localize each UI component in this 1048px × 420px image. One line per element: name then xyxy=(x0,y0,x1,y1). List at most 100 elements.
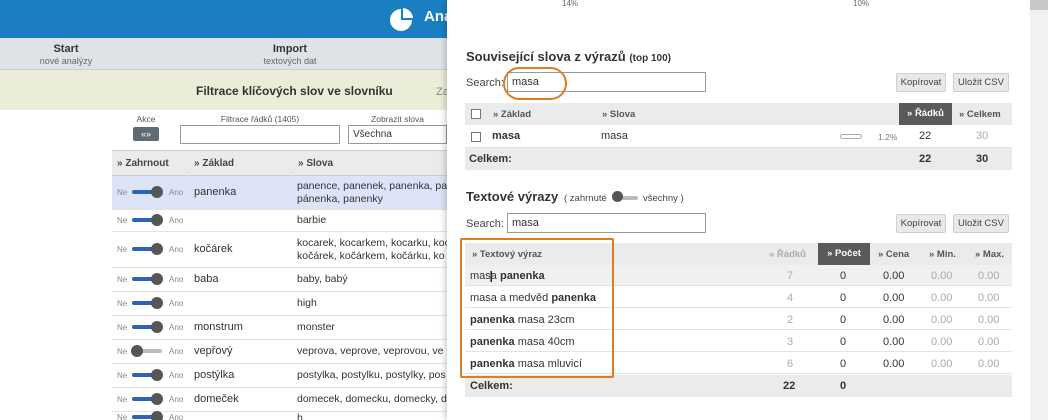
base-word: vepřový xyxy=(194,345,233,357)
base-word: kočárek xyxy=(194,243,233,255)
text-cursor-icon: I xyxy=(489,268,494,286)
word-forms: monster xyxy=(297,321,447,334)
header-max[interactable]: » Max. xyxy=(975,249,1004,260)
header-pocet-sorted[interactable]: » Počet xyxy=(818,243,870,265)
toggle-yes-label: Ano xyxy=(169,371,184,380)
show-words-select[interactable]: Všechna xyxy=(348,125,447,144)
row-checkbox[interactable] xyxy=(471,132,481,142)
toggle-no-label: Ne xyxy=(117,188,128,197)
header-zahrnout[interactable]: » Zahrnout xyxy=(117,158,169,169)
toggle-no-label: Ne xyxy=(117,395,128,404)
table-row[interactable]: Ne Ano domeček domecek, domecku, domecky… xyxy=(112,388,447,412)
panel-scrollbar[interactable] xyxy=(1030,0,1048,420)
header-zaklad[interactable]: » Základ xyxy=(194,158,234,169)
toggle-yes-label: Ano xyxy=(169,413,184,420)
phrase-max: 0.00 xyxy=(978,270,1000,282)
related-footer-label: Celkem: xyxy=(469,153,512,165)
include-toggle[interactable] xyxy=(132,273,163,285)
related-words-title-note: (top 100) xyxy=(629,53,671,64)
word-forms: postylka, postylku, postylky, pos xyxy=(297,369,447,382)
toggle-no-label: Ne xyxy=(117,323,128,332)
toggle-no-label: Ne xyxy=(117,413,128,420)
show-words-filter: Zobrazit slova Všechna xyxy=(348,110,447,148)
word-forms: veprova, veprove, veprovou, ve xyxy=(297,345,447,358)
header-cena[interactable]: » Cena xyxy=(878,249,909,260)
phrase-min: 0.00 xyxy=(931,270,953,282)
phrase-pocet: 0 xyxy=(840,314,847,326)
phrase-pocet: 0 xyxy=(840,292,847,304)
related-pct: 1.2% xyxy=(878,132,898,142)
phrases-scope-toggle[interactable] xyxy=(612,191,638,202)
word-forms-line: panence, panenek, panenka, pa xyxy=(297,180,447,192)
select-all-checkbox[interactable] xyxy=(471,109,481,119)
row-filter-label: Filtrace řádků (1405) xyxy=(220,114,300,124)
table-row[interactable]: masa masa 1.2% 22 30 xyxy=(465,125,1012,148)
phrase-pocet: 0 xyxy=(840,270,847,282)
include-toggle[interactable] xyxy=(132,411,163,420)
header-zaklad[interactable]: » Základ xyxy=(493,109,531,120)
word-forms: barbie xyxy=(297,214,447,227)
panel-scrollbar-thumb[interactable] xyxy=(1030,0,1048,10)
main-nav: Start nové analýzy Import textových dat xyxy=(0,38,447,70)
nav-start-sub: nové analýzy xyxy=(39,56,93,66)
phrase-cena: 0.00 xyxy=(883,358,905,370)
phrase-min: 0.00 xyxy=(931,358,953,370)
phrases-save-csv-button[interactable]: Uložit CSV xyxy=(953,214,1009,233)
header-slova[interactable]: » Slova xyxy=(298,158,333,169)
related-search-label: Search: xyxy=(466,77,504,89)
include-toggle[interactable] xyxy=(132,369,163,381)
nav-start-title: Start xyxy=(53,43,79,55)
table-row[interactable]: Ne Ano barbie xyxy=(112,210,447,232)
word-forms-line: kocarek, kocarkem, kocarku, koc xyxy=(297,237,447,249)
table-row[interactable]: Ne Ano panenka panence, panenek, panenka… xyxy=(112,176,447,210)
akce-button[interactable]: «» xyxy=(133,127,159,141)
phrase-min: 0.00 xyxy=(931,336,953,348)
nav-start[interactable]: Start nové analýzy xyxy=(30,43,102,66)
phrases-copy-button[interactable]: Kopírovat xyxy=(896,214,946,233)
word-forms: baby, babý xyxy=(297,273,447,286)
table-row[interactable]: Ne Ano baba baby, babý xyxy=(112,268,447,292)
header-celkem[interactable]: » Celkem xyxy=(959,109,1001,120)
toggle-no-label: Ne xyxy=(117,275,128,284)
table-row[interactable]: Ne Ano high xyxy=(112,292,447,316)
include-toggle[interactable] xyxy=(132,297,163,309)
table-row[interactable]: Ne Ano vepřový veprova, veprove, veprovo… xyxy=(112,340,447,364)
phrase-pocet: 0 xyxy=(840,358,847,370)
word-forms-line: h xyxy=(297,412,303,420)
table-row[interactable]: Ne Ano kočárek kocarek, kocarkem, kocark… xyxy=(112,232,447,268)
akce-label: Akce xyxy=(136,114,156,124)
include-toggle[interactable] xyxy=(132,243,163,255)
phrases-toggle-right-label: všechny ) xyxy=(643,193,684,204)
related-save-csv-button[interactable]: Uložit CSV xyxy=(953,73,1009,92)
table-row[interactable]: Ne Ano h xyxy=(112,411,447,420)
highlight-rectangle xyxy=(460,238,614,378)
page-banner: Filtrace klíčových slov ve slovníku Za xyxy=(0,70,449,110)
chart-pct-right: 10% xyxy=(853,0,870,8)
include-toggle[interactable] xyxy=(132,393,163,405)
include-toggle[interactable] xyxy=(131,345,162,357)
phrase-cena: 0.00 xyxy=(883,314,905,326)
include-toggle[interactable] xyxy=(132,321,163,333)
include-toggle[interactable] xyxy=(132,214,163,226)
word-forms-line: high xyxy=(297,297,317,309)
base-word: domeček xyxy=(194,393,239,405)
table-row[interactable]: Ne Ano monstrum monster xyxy=(112,316,447,340)
word-forms-line: pánenka, panenky xyxy=(297,193,383,205)
word-forms: domecek, domecku, domecky, d xyxy=(297,393,447,406)
nav-import[interactable]: Import textových dat xyxy=(250,43,330,66)
toggle-no-label: Ne xyxy=(117,299,128,308)
header-radku-sorted[interactable]: » Řádků xyxy=(899,103,952,125)
toggle-yes-label: Ano xyxy=(169,347,184,356)
phrase-pocet: 0 xyxy=(840,336,847,348)
table-row[interactable]: Ne Ano postýlka postylka, postylku, post… xyxy=(112,364,447,388)
row-filter: Filtrace řádků (1405) xyxy=(180,110,340,148)
row-filter-input[interactable] xyxy=(180,125,340,144)
include-toggle[interactable] xyxy=(132,186,163,198)
phrases-table-footer: Celkem: 22 0 xyxy=(465,375,1012,397)
header-radku[interactable]: » Řádků xyxy=(769,249,806,260)
toggle-no-label: Ne xyxy=(117,371,128,380)
phrases-search-input[interactable]: masa xyxy=(507,213,706,233)
header-min[interactable]: » Min. xyxy=(929,249,956,260)
related-copy-button[interactable]: Kopírovat xyxy=(896,73,946,92)
header-slova[interactable]: » Slova xyxy=(602,109,635,120)
